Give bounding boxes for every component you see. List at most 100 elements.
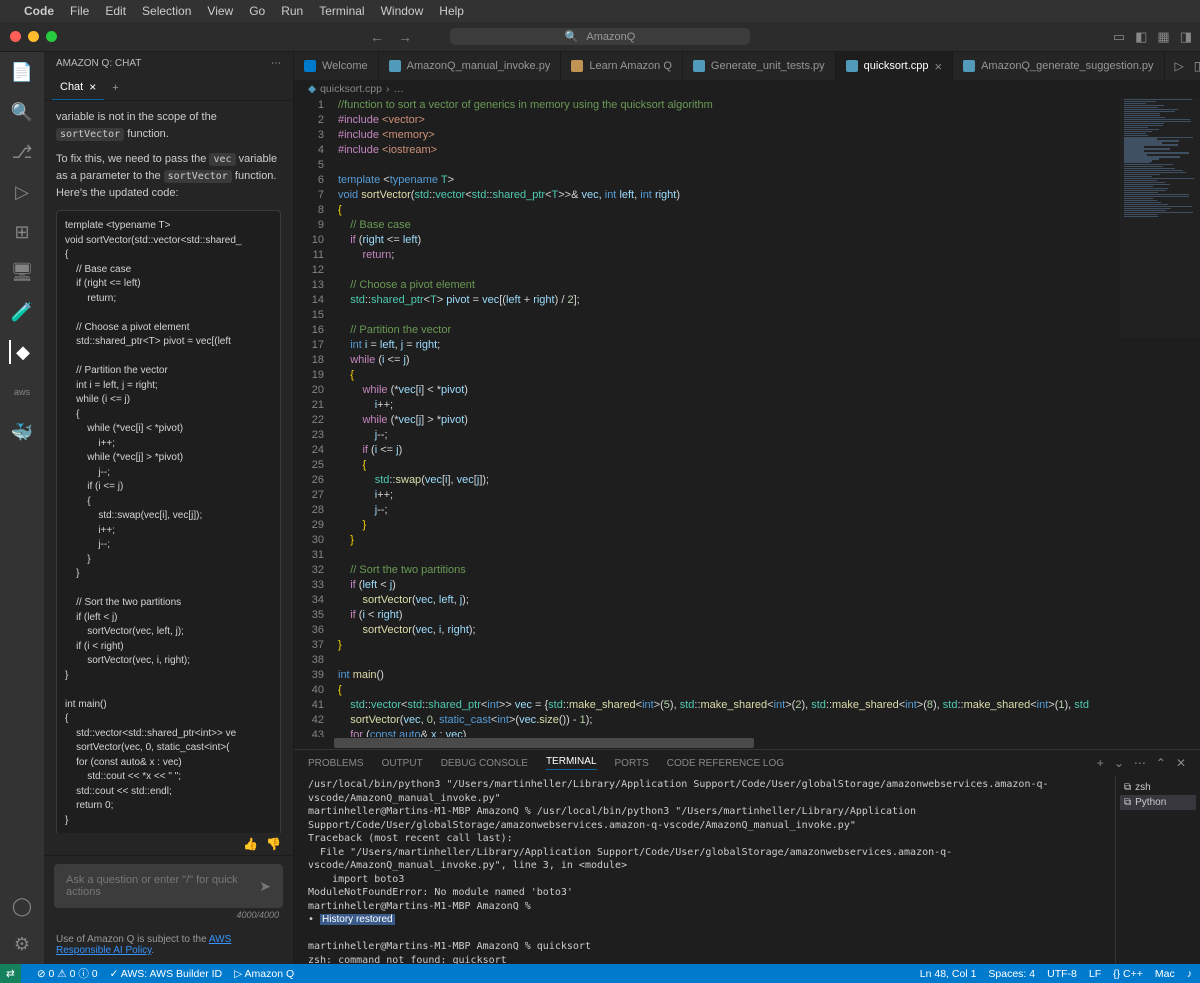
run-icon[interactable]: ▷ <box>1175 59 1184 73</box>
nav-forward-icon[interactable]: → <box>398 29 412 45</box>
tab-label: AmazonQ_generate_suggestion.py <box>981 60 1153 72</box>
py-icon <box>389 60 401 72</box>
status-right-6[interactable]: ♪ <box>1187 968 1192 980</box>
panel-more-icon[interactable]: ⋯ <box>271 58 281 69</box>
layout-sidebar-icon[interactable]: ◧ <box>1135 29 1147 45</box>
app-menu[interactable]: Code <box>24 4 54 18</box>
minimap[interactable] <box>1120 98 1200 338</box>
settings-gear-icon[interactable]: ⚙ <box>10 932 34 956</box>
source-control-icon[interactable]: ⎇ <box>10 140 34 164</box>
search-activity-icon[interactable]: 🔍 <box>10 100 34 124</box>
vscode-icon <box>304 60 316 72</box>
chat-code-block: template <typename T> void sortVector(st… <box>56 210 281 833</box>
new-terminal-icon[interactable]: + <box>1097 756 1104 770</box>
code-content[interactable]: //function to sort a vector of generics … <box>338 98 1200 737</box>
panel-tab-code-reference-log[interactable]: CODE REFERENCE LOG <box>667 758 784 769</box>
status-left-2[interactable]: ▷ Amazon Q <box>234 968 294 980</box>
thumbs-down-button[interactable]: 👎 <box>266 837 281 851</box>
layout-panel-icon[interactable]: ▭ <box>1113 29 1125 45</box>
scrollbar-thumb[interactable] <box>334 738 754 748</box>
testing-icon[interactable]: 🧪 <box>10 300 34 324</box>
status-right-2[interactable]: UTF-8 <box>1047 968 1077 980</box>
status-bar: ⇄ ⊘ 0 ⚠ 0 ⓘ 0 ✓ AWS: AWS Builder ID ▷ Amaz… <box>0 964 1200 983</box>
status-right-5[interactable]: Mac <box>1155 968 1175 980</box>
extensions-icon[interactable]: ⊞ <box>10 220 34 244</box>
run-debug-icon[interactable]: ▷ <box>10 180 34 204</box>
menu-view[interactable]: View <box>207 4 233 18</box>
panel-tab-problems[interactable]: PROBLEMS <box>308 758 364 769</box>
send-icon[interactable]: ➤ <box>259 878 271 895</box>
cpp-icon <box>846 60 858 72</box>
status-left-0[interactable]: ⊘ 0 ⚠ 0 ⓘ 0 <box>37 966 98 981</box>
code-editor[interactable]: 1234567891011121314151617181920212223242… <box>294 98 1200 737</box>
docker-icon[interactable]: 🐳 <box>10 420 34 444</box>
remote-icon[interactable]: 🖥 <box>10 260 34 284</box>
editor-tab-4[interactable]: quicksort.cpp × <box>836 52 953 80</box>
menu-terminal[interactable]: Terminal <box>319 4 364 18</box>
breadcrumb[interactable]: ◆ quicksort.cpp › … <box>294 80 1200 98</box>
tab-label: quicksort.cpp <box>864 60 929 72</box>
status-right-1[interactable]: Spaces: 4 <box>988 968 1035 980</box>
panel-tab-terminal[interactable]: TERMINAL <box>546 756 597 770</box>
minimize-window-button[interactable] <box>28 31 39 42</box>
macos-menubar: Code File Edit Selection View Go Run Ter… <box>0 0 1200 22</box>
chat-code-content: template <typename T> void sortVector(st… <box>57 211 280 833</box>
thumbs-up-button[interactable]: 👍 <box>243 837 258 851</box>
amazon-q-icon[interactable]: ◆ <box>9 340 33 364</box>
tab-close-icon[interactable]: × <box>934 59 942 74</box>
status-right-4[interactable]: {} C++ <box>1113 968 1143 980</box>
panel-more-icon[interactable]: ⋯ <box>1134 756 1146 770</box>
horizontal-scrollbar[interactable] <box>294 737 1200 749</box>
bottom-panel: PROBLEMS OUTPUT DEBUG CONSOLE TERMINAL PORTS… <box>294 749 1200 964</box>
remote-indicator[interactable]: ⇄ <box>0 964 21 983</box>
panel-close-icon[interactable]: ✕ <box>1176 756 1186 770</box>
search-placeholder: AmazonQ <box>586 31 635 43</box>
panel-tab-debug-console[interactable]: DEBUG CONSOLE <box>441 758 528 769</box>
split-icon[interactable]: ◫ <box>1194 59 1200 73</box>
chat-tab-label: Chat <box>60 81 83 93</box>
book-icon <box>571 60 583 72</box>
accounts-icon[interactable]: ◯ <box>10 894 34 918</box>
status-right-3[interactable]: LF <box>1089 968 1101 980</box>
menu-window[interactable]: Window <box>381 4 424 18</box>
panel-maximize-icon[interactable]: ⌃ <box>1156 756 1166 770</box>
menu-edit[interactable]: Edit <box>105 4 126 18</box>
explorer-icon[interactable]: 📄 <box>10 60 34 84</box>
editor-tab-3[interactable]: Generate_unit_tests.py <box>683 52 836 80</box>
terminal-icon: ⧉ <box>1124 782 1131 793</box>
aws-icon[interactable]: aws <box>10 380 34 404</box>
tab-label: AmazonQ_manual_invoke.py <box>407 60 551 72</box>
status-left-1[interactable]: ✓ AWS: AWS Builder ID <box>110 968 222 980</box>
panel-tabs: PROBLEMS OUTPUT DEBUG CONSOLE TERMINAL PORTS… <box>294 750 1200 776</box>
window-controls <box>0 31 57 42</box>
terminal-output[interactable]: /usr/local/bin/python3 "/Users/martinhel… <box>294 776 1115 964</box>
new-chat-tab-button[interactable]: + <box>104 75 126 100</box>
layout-editor-icon[interactable]: ▦ <box>1157 29 1169 45</box>
command-center-search[interactable]: 🔍 AmazonQ <box>450 28 750 45</box>
chat-tab[interactable]: Chat × <box>52 75 104 100</box>
menu-help[interactable]: Help <box>439 4 464 18</box>
customize-icon[interactable]: ◨ <box>1180 29 1192 45</box>
chat-tab-close-icon[interactable]: × <box>89 80 96 94</box>
char-count: 4000/4000 <box>54 908 283 920</box>
editor-tab-2[interactable]: Learn Amazon Q <box>561 52 683 80</box>
search-icon: 🔍 <box>565 30 579 43</box>
terminal-item-python[interactable]: ⧉Python <box>1120 795 1196 810</box>
terminal-dropdown-icon[interactable]: ⌄ <box>1114 756 1124 770</box>
nav-back-icon[interactable]: ← <box>370 29 384 45</box>
status-right-0[interactable]: Ln 48, Col 1 <box>920 968 977 980</box>
menu-file[interactable]: File <box>70 4 89 18</box>
menu-go[interactable]: Go <box>249 4 265 18</box>
editor-tab-5[interactable]: AmazonQ_generate_suggestion.py <box>953 52 1164 80</box>
menu-run[interactable]: Run <box>281 4 303 18</box>
chat-input[interactable]: Ask a question or enter "/" for quick ac… <box>54 864 283 908</box>
close-window-button[interactable] <box>10 31 21 42</box>
line-gutter: 1234567891011121314151617181920212223242… <box>294 98 338 737</box>
panel-tab-ports[interactable]: PORTS <box>615 758 649 769</box>
menu-selection[interactable]: Selection <box>142 4 191 18</box>
editor-tab-0[interactable]: Welcome <box>294 52 379 80</box>
editor-tab-1[interactable]: AmazonQ_manual_invoke.py <box>379 52 562 80</box>
zoom-window-button[interactable] <box>46 31 57 42</box>
terminal-item-zsh[interactable]: ⧉zsh <box>1120 780 1196 795</box>
panel-tab-output[interactable]: OUTPUT <box>382 758 423 769</box>
